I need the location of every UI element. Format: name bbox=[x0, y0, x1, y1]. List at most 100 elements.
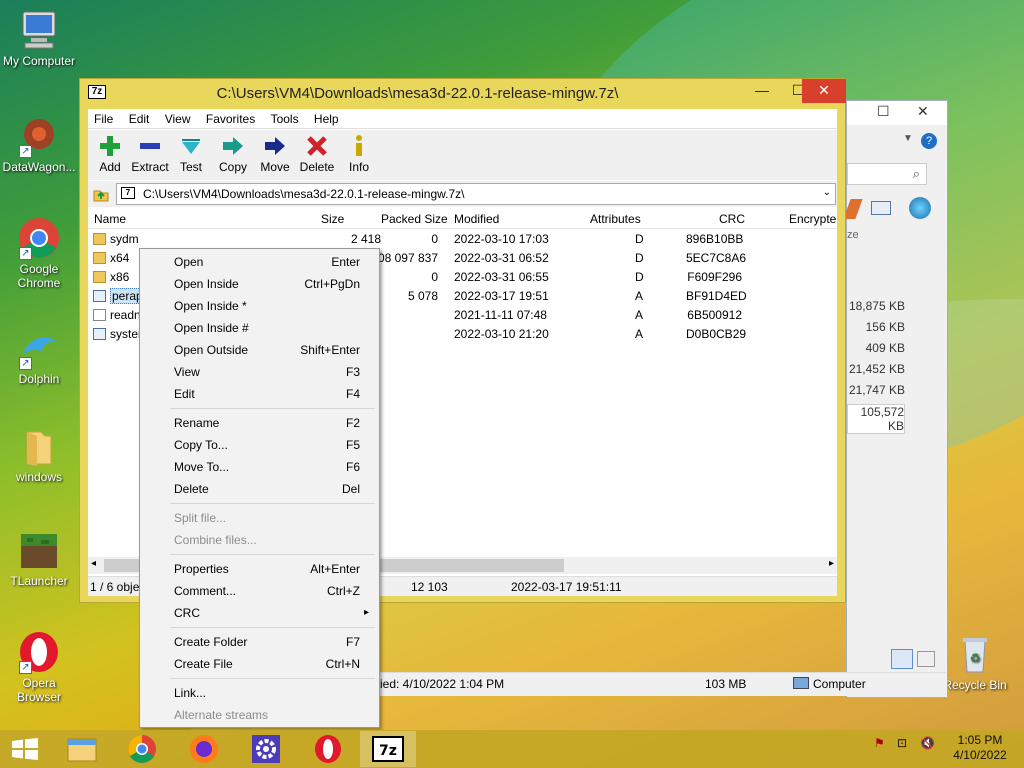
menu-item-label: Link... bbox=[174, 686, 207, 700]
file-size: 21,452 KB bbox=[848, 362, 905, 376]
context-menu-item[interactable]: CRC ▸ bbox=[140, 602, 379, 624]
test-button[interactable]: Test bbox=[169, 134, 213, 174]
taskbar-opera[interactable] bbox=[300, 731, 356, 767]
col-crc[interactable]: CRC bbox=[719, 212, 745, 226]
taskbar-chrome[interactable] bbox=[114, 731, 170, 767]
7zip-icon: 7z bbox=[372, 736, 404, 762]
cell-packed: 5 078 bbox=[407, 289, 438, 303]
taskbar-firefox[interactable] bbox=[176, 731, 232, 767]
tiles-view-icon[interactable] bbox=[917, 651, 935, 667]
info-button[interactable]: Info bbox=[337, 134, 381, 174]
network-tray-icon[interactable]: ⊡ bbox=[897, 736, 907, 750]
folder-icon bbox=[93, 252, 106, 264]
taskbar-settings[interactable] bbox=[238, 731, 294, 767]
action-center-flag-icon[interactable]: ⚑ bbox=[874, 736, 885, 750]
windows-logo-icon bbox=[12, 738, 38, 760]
desktop-icon-label: DataWagon... bbox=[2, 160, 76, 174]
up-folder-icon[interactable] bbox=[92, 185, 110, 203]
extract-button[interactable]: Extract bbox=[128, 134, 172, 174]
cell-packed: 0 bbox=[431, 232, 438, 246]
context-menu-item[interactable]: Open Inside Ctrl+PgDn bbox=[140, 273, 379, 295]
system-clock[interactable]: 1:05 PM 4/10/2022 bbox=[950, 733, 1010, 763]
cell-attr: D bbox=[635, 270, 644, 284]
context-menu-item[interactable]: Comment... Ctrl+Z bbox=[140, 580, 379, 602]
menu-item-label: Move To... bbox=[174, 460, 230, 474]
menu-view[interactable]: View bbox=[159, 109, 197, 129]
menu-item-label: Create File bbox=[174, 657, 233, 671]
test-check-icon bbox=[182, 139, 200, 154]
scroll-right-icon[interactable]: ▸ bbox=[829, 558, 834, 569]
view-pane-icon[interactable] bbox=[871, 201, 891, 215]
details-view-icon[interactable] bbox=[891, 649, 913, 669]
context-menu-item[interactable]: Properties Alt+Enter bbox=[140, 558, 379, 580]
context-menu-item[interactable]: Create Folder F7 bbox=[140, 631, 379, 653]
menu-item-label: Create Folder bbox=[174, 635, 248, 649]
col-modified[interactable]: Modified bbox=[454, 212, 499, 226]
context-menu-item[interactable]: Create File Ctrl+N bbox=[140, 653, 379, 675]
col-name[interactable]: Name bbox=[94, 212, 126, 226]
desktop-icon-my-computer[interactable]: My Computer bbox=[0, 8, 78, 68]
menu-favorites[interactable]: Favorites bbox=[200, 109, 261, 129]
menu-item-shortcut: Ctrl+PgDn bbox=[304, 277, 360, 291]
computer-icon bbox=[17, 8, 61, 52]
close-button[interactable]: ✕ bbox=[802, 79, 846, 103]
menu-tools[interactable]: Tools bbox=[265, 109, 305, 129]
desktop-icon-dolphin[interactable]: ↗ Dolphin bbox=[0, 326, 78, 386]
table-row[interactable]: sydm 2 418 0 2022-03-10 17:03 D 896B10BB bbox=[88, 230, 837, 249]
context-menu-item[interactable]: Open Enter bbox=[140, 251, 379, 273]
col-attributes[interactable]: Attributes bbox=[590, 212, 641, 226]
context-menu-item[interactable]: View F3 bbox=[140, 361, 379, 383]
copy-button[interactable]: Copy bbox=[211, 134, 255, 174]
folder-icon bbox=[93, 233, 106, 245]
desktop-icon-opera[interactable]: ↗ Opera Browser bbox=[0, 630, 78, 704]
col-packed-size[interactable]: Packed Size bbox=[381, 212, 448, 226]
context-menu-item[interactable]: Move To... F6 bbox=[140, 456, 379, 478]
chevron-down-icon[interactable]: ⌄ bbox=[823, 187, 831, 198]
explorer-window[interactable]: ☐ ✕ ▼ ? ⌕ ze 18,875 KB 156 KB 409 KB 21,… bbox=[843, 100, 948, 698]
datawagon-icon: ↗ bbox=[17, 114, 61, 158]
chrome-icon bbox=[128, 735, 156, 763]
add-button[interactable]: Add bbox=[88, 134, 132, 174]
minimize-button[interactable]: — bbox=[744, 79, 780, 103]
context-menu-item[interactable]: Edit F4 bbox=[140, 383, 379, 405]
context-menu-item[interactable]: Open Outside Shift+Enter bbox=[140, 339, 379, 361]
menu-item-label: Combine files... bbox=[174, 533, 257, 547]
close-icon[interactable]: ✕ bbox=[917, 103, 929, 120]
desktop-icon-tlauncher[interactable]: TLauncher bbox=[0, 528, 78, 588]
menu-item-label: Delete bbox=[174, 482, 209, 496]
menu-item-shortcut: F6 bbox=[345, 460, 360, 474]
context-menu-item[interactable]: Copy To... F5 bbox=[140, 434, 379, 456]
volume-muted-icon[interactable]: 🔇 bbox=[920, 736, 935, 750]
network-icon[interactable] bbox=[909, 197, 931, 219]
context-menu-item[interactable]: Link... bbox=[140, 682, 379, 704]
menu-item-label: Edit bbox=[174, 387, 195, 401]
explorer-search-input[interactable]: ⌕ bbox=[847, 163, 927, 185]
col-size[interactable]: Size bbox=[321, 212, 344, 226]
context-menu-item[interactable]: Open Inside * bbox=[140, 295, 379, 317]
scroll-left-icon[interactable]: ◂ bbox=[91, 558, 96, 569]
taskbar-file-explorer[interactable] bbox=[54, 731, 110, 767]
menu-file[interactable]: File bbox=[88, 109, 119, 129]
chevron-down-icon[interactable]: ▼ bbox=[903, 133, 913, 144]
file-size: 21,747 KB bbox=[848, 383, 905, 397]
taskbar-7zip[interactable]: 7z bbox=[360, 731, 416, 767]
context-menu-item[interactable]: Open Inside # bbox=[140, 317, 379, 339]
menu-edit[interactable]: Edit bbox=[123, 109, 156, 129]
help-icon[interactable]: ? bbox=[921, 133, 937, 149]
start-button[interactable] bbox=[12, 738, 38, 763]
menu-item-label: Copy To... bbox=[174, 438, 228, 452]
col-encrypted[interactable]: Encrypte bbox=[789, 212, 836, 226]
size-column-fragment: ze bbox=[847, 229, 859, 241]
address-input[interactable]: 7 C:\Users\VM4\Downloads\mesa3d-22.0.1-r… bbox=[116, 183, 836, 205]
context-menu-item[interactable]: Rename F2 bbox=[140, 412, 379, 434]
desktop-icon-datawagon[interactable]: ↗ DataWagon... bbox=[0, 114, 78, 174]
delete-button[interactable]: Delete bbox=[295, 134, 339, 174]
menu-item-shortcut: F4 bbox=[345, 387, 360, 401]
menu-help[interactable]: Help bbox=[308, 109, 345, 129]
desktop-icon-google-chrome[interactable]: ↗ Google Chrome bbox=[0, 216, 78, 290]
maximize-icon[interactable]: ☐ bbox=[877, 103, 890, 120]
search-icon: ⌕ bbox=[912, 166, 920, 181]
move-button[interactable]: Move bbox=[253, 134, 297, 174]
context-menu-item[interactable]: Delete Del bbox=[140, 478, 379, 500]
desktop-icon-windows-folder[interactable]: windows bbox=[0, 424, 78, 484]
